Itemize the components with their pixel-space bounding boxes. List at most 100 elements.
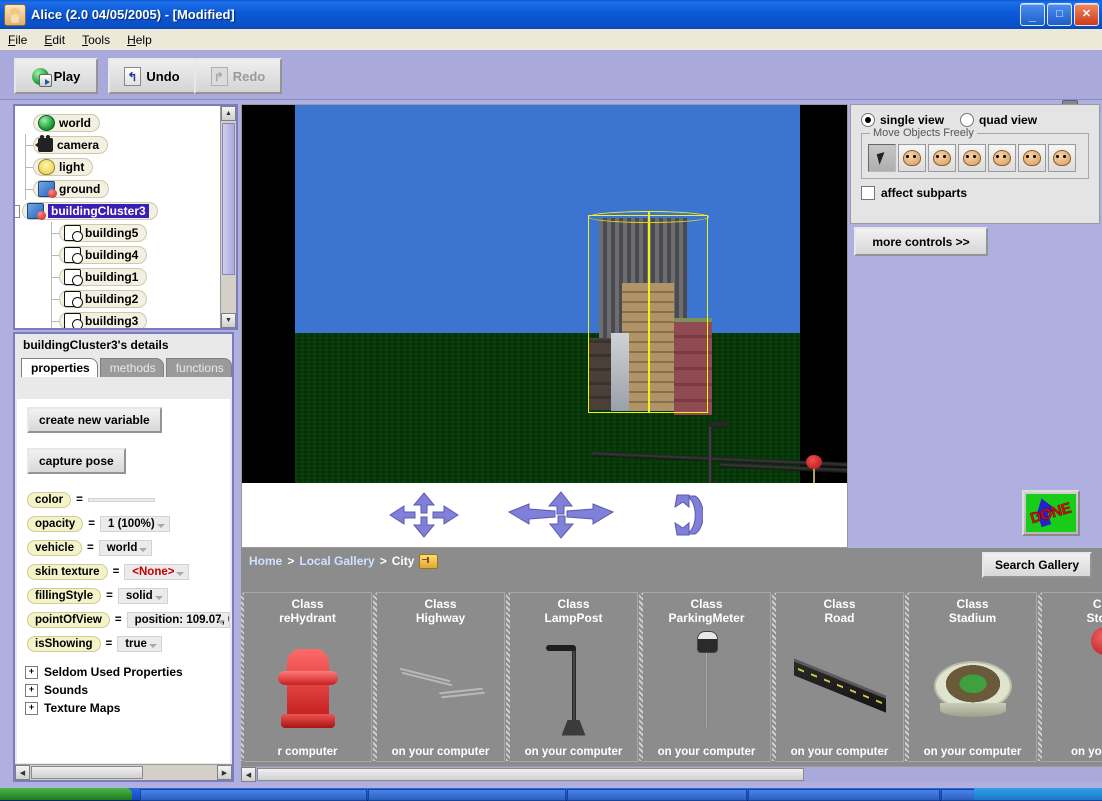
- minimize-button[interactable]: _: [1020, 3, 1045, 26]
- group-seldom-used-properties[interactable]: + Seldom Used Properties: [25, 665, 230, 679]
- scroll-thumb[interactable]: [222, 123, 235, 275]
- property-opacity[interactable]: opacity = 1 (100%): [27, 514, 230, 533]
- more-controls-button[interactable]: more controls >>: [854, 227, 988, 256]
- tree-node-ground[interactable]: ground: [19, 178, 220, 200]
- menu-tools[interactable]: Tools: [82, 33, 110, 47]
- undo-button[interactable]: ↰ Undo: [108, 58, 196, 94]
- tab-properties[interactable]: properties: [21, 358, 98, 377]
- tilt-rotate-widget[interactable]: [661, 490, 703, 540]
- taskbar-item[interactable]: [567, 789, 747, 801]
- gallery-tile-firehydrant[interactable]: Class reHydrant r computer: [243, 592, 372, 762]
- move-arrows-widget[interactable]: [387, 490, 461, 540]
- expand-icon[interactable]: +: [25, 702, 38, 715]
- roll-tool[interactable]: [988, 144, 1016, 172]
- property-value[interactable]: solid: [118, 588, 168, 604]
- tumble-tool[interactable]: [1048, 144, 1076, 172]
- move-up-down-tool[interactable]: [898, 144, 926, 172]
- group-sounds[interactable]: + Sounds: [25, 683, 230, 697]
- property-value[interactable]: <None>: [124, 564, 189, 580]
- property-value[interactable]: world: [99, 540, 153, 556]
- maximize-button[interactable]: □: [1047, 3, 1072, 26]
- group-texture-maps[interactable]: + Texture Maps: [25, 701, 230, 715]
- property-color[interactable]: color =: [27, 490, 230, 509]
- scroll-up-icon[interactable]: ▲: [221, 106, 236, 121]
- expand-icon[interactable]: +: [25, 684, 38, 697]
- radio-quad-view[interactable]: quad view: [960, 113, 1037, 127]
- scroll-right-icon[interactable]: ▶: [217, 765, 232, 780]
- property-name: pointOfView: [27, 612, 110, 628]
- system-tray[interactable]: [974, 788, 1102, 800]
- menu-file[interactable]: FFileile: [8, 33, 27, 47]
- property-filling-style[interactable]: fillingStyle = solid: [27, 586, 230, 605]
- play-button[interactable]: Play: [14, 58, 98, 94]
- expand-icon[interactable]: +: [25, 666, 38, 679]
- property-value[interactable]: true: [117, 636, 162, 652]
- group-label: Texture Maps: [44, 701, 120, 715]
- turn-tool[interactable]: [958, 144, 986, 172]
- radio-single-view[interactable]: single view: [861, 113, 944, 127]
- move-free-tool[interactable]: [928, 144, 956, 172]
- select-cursor-tool[interactable]: [868, 144, 896, 172]
- property-value[interactable]: position: 109.07, 0.01, -: [127, 612, 230, 628]
- tree-node-buildingcluster3[interactable]: - buildingCluster3: [13, 200, 220, 222]
- gallery-tile-lamppost[interactable]: Class LampPost on your computer: [509, 592, 638, 762]
- gallery-tile-stopsign[interactable]: Clas StopSi on your com: [1041, 592, 1102, 762]
- object-tree-panel[interactable]: world camera light ground - buildingClus…: [13, 104, 238, 330]
- gallery-tile-parkingmeter[interactable]: Class ParkingMeter on your computer: [642, 592, 771, 762]
- parking-meter-thumb: [643, 625, 770, 746]
- scroll-thumb[interactable]: [31, 766, 143, 779]
- tree-node-light[interactable]: light: [19, 156, 220, 178]
- gallery-scrollbar-track[interactable]: ◀: [241, 766, 1102, 782]
- property-vehicle[interactable]: vehicle = world: [27, 538, 230, 557]
- tree-node-building1[interactable]: building1: [19, 266, 220, 288]
- gallery-tile-highway[interactable]: Class Highway on your computer: [376, 592, 505, 762]
- create-new-variable-button[interactable]: create new variable: [27, 407, 162, 433]
- scroll-thumb[interactable]: [257, 768, 804, 781]
- property-value[interactable]: 1 (100%): [100, 516, 170, 532]
- scroll-down-icon[interactable]: ▼: [221, 313, 236, 328]
- resize-tool[interactable]: [1018, 144, 1046, 172]
- redo-button[interactable]: ↱ Redo: [194, 58, 282, 94]
- taskbar-item[interactable]: [368, 789, 566, 801]
- tree-node-camera[interactable]: camera: [19, 134, 220, 156]
- start-button[interactable]: [0, 788, 132, 800]
- tree-node-building5[interactable]: building5: [19, 222, 220, 244]
- tab-functions[interactable]: functions: [166, 358, 232, 377]
- folder-icon[interactable]: [419, 554, 438, 569]
- play-globe-icon: [32, 68, 49, 85]
- taskbar-item[interactable]: [748, 789, 940, 801]
- search-gallery-button[interactable]: Search Gallery: [982, 552, 1092, 578]
- close-button[interactable]: ✕: [1074, 3, 1099, 26]
- scroll-left-icon[interactable]: ◀: [15, 765, 30, 780]
- menu-help[interactable]: Help: [127, 33, 152, 47]
- scroll-left-icon[interactable]: ◀: [241, 767, 256, 782]
- stop-sign[interactable]: [813, 467, 815, 483]
- done-button[interactable]: DONE: [1022, 490, 1080, 536]
- details-horizontal-scrollbar[interactable]: ◀ ▶: [15, 764, 232, 780]
- pan-arrows-widget[interactable]: [507, 490, 615, 540]
- menu-edit[interactable]: Edit: [44, 33, 65, 47]
- gallery-tile-stadium[interactable]: Class Stadium on your computer: [908, 592, 1037, 762]
- tree-vertical-scrollbar[interactable]: ▲ ▼: [220, 106, 236, 328]
- gallery-tile-road[interactable]: Class Road on your computer: [775, 592, 904, 762]
- property-is-showing[interactable]: isShowing = true: [27, 634, 230, 653]
- breadcrumb-home[interactable]: Home: [249, 554, 282, 568]
- capture-pose-button[interactable]: capture pose: [27, 448, 126, 474]
- property-point-of-view[interactable]: pointOfView = position: 109.07, 0.01, -: [27, 610, 230, 629]
- tab-methods[interactable]: methods: [100, 358, 164, 377]
- tree-node-building3[interactable]: building3: [19, 310, 220, 330]
- scene-viewport[interactable]: [242, 105, 847, 483]
- tree-guide: [45, 266, 59, 288]
- breadcrumb-local-gallery[interactable]: Local Gallery: [299, 554, 374, 568]
- tree-node-building4[interactable]: building4: [19, 244, 220, 266]
- tree-node-world[interactable]: world: [19, 112, 220, 134]
- tree-expander[interactable]: -: [13, 205, 20, 218]
- property-value[interactable]: [88, 498, 155, 502]
- property-skin-texture[interactable]: skin texture = <None>: [27, 562, 230, 581]
- lamp-post[interactable]: [708, 425, 712, 483]
- tree-node-building2[interactable]: building2: [19, 288, 220, 310]
- affect-subparts-checkbox[interactable]: affect subparts: [861, 186, 1089, 200]
- radio-dot-icon: [861, 113, 875, 127]
- taskbar-item[interactable]: [140, 789, 367, 801]
- gallery-horizontal-scrollbar[interactable]: ◀: [241, 766, 1102, 782]
